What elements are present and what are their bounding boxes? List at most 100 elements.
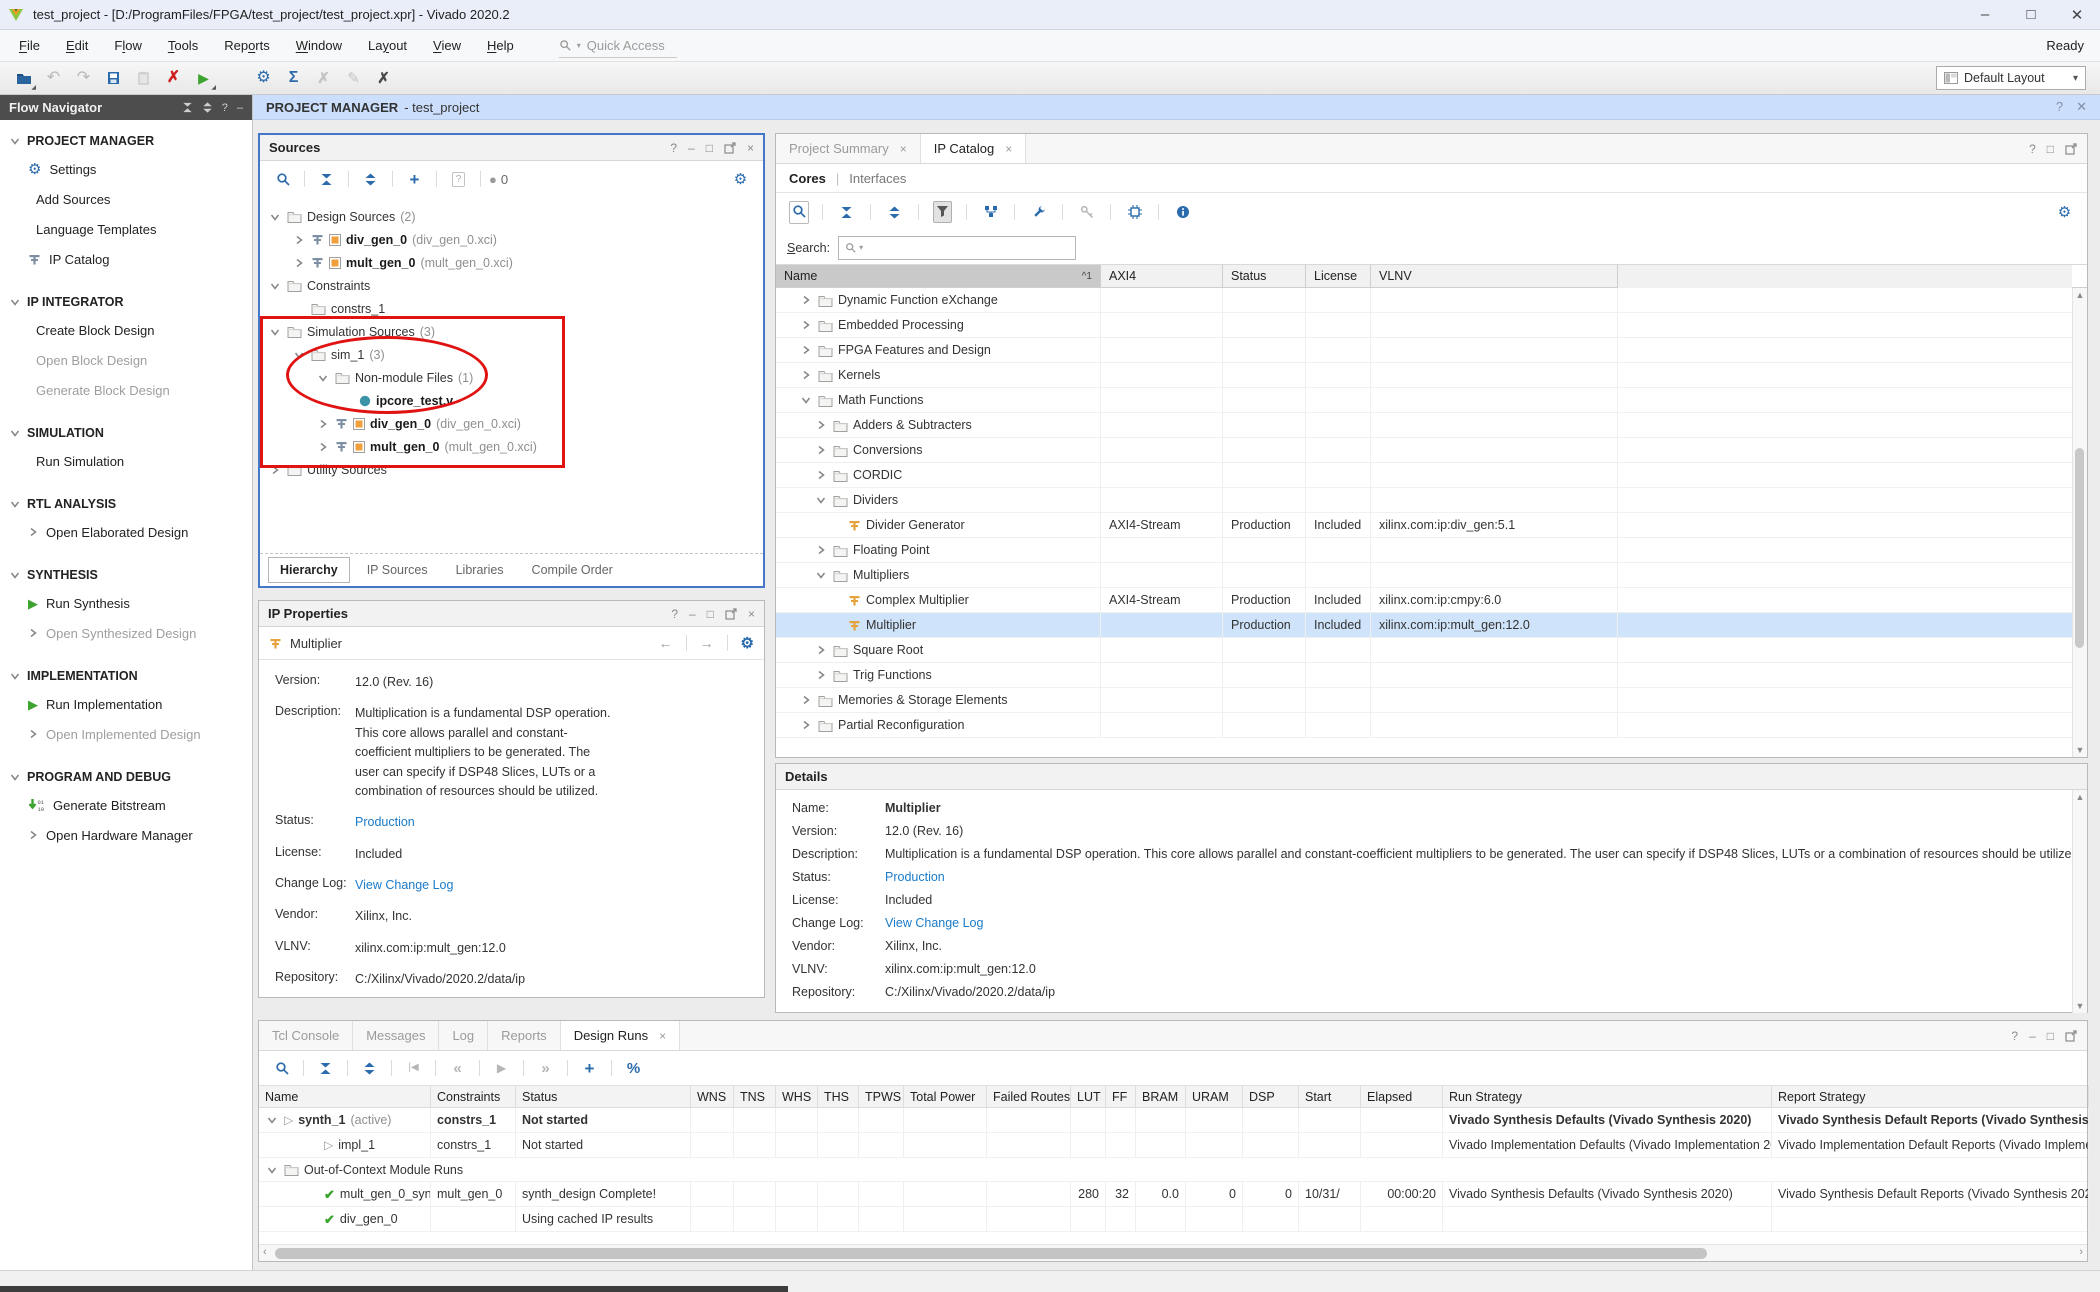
edit-pencil-button[interactable]: ✎ <box>340 65 367 91</box>
catalog-row-square-root[interactable]: Square Root <box>776 638 2087 663</box>
tree-chevron[interactable] <box>814 645 828 655</box>
tab-reports[interactable]: Reports <box>488 1021 561 1050</box>
runs-group-row[interactable]: Out-of-Context Module Runs <box>259 1158 2087 1182</box>
column-header-name[interactable]: Name <box>259 1086 431 1107</box>
debug-off-button[interactable]: ✗ <box>370 65 397 91</box>
menu-window[interactable]: Window <box>283 38 355 53</box>
column-header-ths[interactable]: THS <box>818 1086 859 1107</box>
tree-item-constrs-1[interactable]: constrs_1 <box>260 297 763 320</box>
filter-button[interactable] <box>929 199 956 225</box>
field-value[interactable]: Production <box>355 813 617 832</box>
tree-chevron[interactable] <box>268 465 282 475</box>
flow-section-header[interactable]: PROGRAM AND DEBUG <box>0 764 252 790</box>
close-icon[interactable]: × <box>748 607 755 621</box>
taxonomy-button[interactable] <box>977 199 1004 225</box>
settings-gear-button[interactable]: ⚙ <box>727 166 754 192</box>
catalog-row-kernels[interactable]: Kernels <box>776 363 2087 388</box>
help-icon[interactable]: ? <box>670 141 677 155</box>
scroll-right-arrow-icon[interactable]: › <box>2079 1246 2083 1258</box>
tab-compile-order[interactable]: Compile Order <box>521 558 624 582</box>
column-header-wns[interactable]: WNS <box>691 1086 734 1107</box>
step-first-button[interactable]: |◀ <box>400 1055 427 1081</box>
column-header-uram[interactable]: URAM <box>1186 1086 1243 1107</box>
flow-item-run-synthesis[interactable]: ▶Run Synthesis <box>0 588 252 618</box>
tree-chevron[interactable] <box>268 212 282 222</box>
flow-section-header[interactable]: IP INTEGRATOR <box>0 289 252 315</box>
float-icon[interactable] <box>2065 143 2077 155</box>
catalog-row-multiplier[interactable]: MultiplierProductionIncludedxilinx.com:i… <box>776 613 2087 638</box>
tree-item-div-gen-0[interactable]: div_gen_0 (div_gen_0.xci) <box>260 412 763 435</box>
settings-gear-button[interactable]: ⚙ <box>250 65 277 91</box>
catalog-search-input[interactable]: ▾ <box>838 236 1076 260</box>
flow-item-generate-bitstream[interactable]: 0110Generate Bitstream <box>0 790 252 820</box>
tab-design-runs[interactable]: Design Runs× <box>561 1021 680 1050</box>
column-header-start[interactable]: Start <box>1299 1086 1361 1107</box>
column-header-status[interactable]: Status <box>516 1086 691 1107</box>
key-button[interactable] <box>1073 199 1100 225</box>
expand-all-button[interactable] <box>357 166 384 192</box>
tree-item-div-gen-0[interactable]: div_gen_0 (div_gen_0.xci) <box>260 228 763 251</box>
flow-section-header[interactable]: IMPLEMENTATION <box>0 663 252 689</box>
minimize-panel-icon[interactable]: – <box>237 102 243 114</box>
close-tab-icon[interactable]: × <box>1005 142 1012 156</box>
column-header-constraints[interactable]: Constraints <box>431 1086 516 1107</box>
flow-item-open-hardware-manager[interactable]: Open Hardware Manager <box>0 820 252 850</box>
tree-chevron[interactable] <box>292 258 306 268</box>
flow-section-header[interactable]: SIMULATION <box>0 420 252 446</box>
paste-button[interactable] <box>130 65 157 91</box>
tree-chevron[interactable] <box>268 281 282 291</box>
gear-icon[interactable]: ⚙ <box>741 636 754 651</box>
scroll-down-arrow-icon[interactable]: ▼ <box>2076 1001 2085 1011</box>
tab-project-summary[interactable]: Project Summary× <box>776 134 921 163</box>
close-tab-icon[interactable]: × <box>659 1029 666 1043</box>
percent-button[interactable]: % <box>620 1055 647 1081</box>
max-icon[interactable]: □ <box>706 141 713 155</box>
scroll-up-arrow-icon[interactable]: ▲ <box>2076 792 2085 802</box>
column-header-run-strategy[interactable]: Run Strategy <box>1443 1086 1772 1107</box>
close-tab-icon[interactable]: × <box>900 142 907 156</box>
catalog-row-cordic[interactable]: CORDIC <box>776 463 2087 488</box>
quick-access-search[interactable]: ▾ Quick Access <box>559 34 677 58</box>
tab-ip-sources[interactable]: IP Sources <box>356 558 439 582</box>
save-button[interactable] <box>100 65 127 91</box>
field-value[interactable]: View Change Log <box>885 916 983 930</box>
column-header-vlnv[interactable]: VLNV <box>1371 265 1618 287</box>
catalog-row-divider-generator[interactable]: Divider GeneratorAXI4-StreamProductionIn… <box>776 513 2087 538</box>
column-header-total-power[interactable]: Total Power <box>904 1086 987 1107</box>
tree-chevron[interactable] <box>316 442 330 452</box>
runs-row-mult_gen_0_synth_1[interactable]: ✔mult_gen_0_synth_1mult_gen_0synth_desig… <box>259 1182 2087 1207</box>
close-icon[interactable]: × <box>747 141 754 155</box>
tree-chevron[interactable] <box>799 320 813 330</box>
tree-chevron[interactable] <box>799 370 813 380</box>
tree-chevron[interactable] <box>292 235 306 245</box>
catalog-row-dynamic-function-exchange[interactable]: Dynamic Function eXchange <box>776 288 2087 313</box>
max-icon[interactable]: □ <box>2047 1029 2054 1043</box>
column-header-whs[interactable]: WHS <box>776 1086 818 1107</box>
menu-layout[interactable]: Layout <box>355 38 420 53</box>
report-sigma-button[interactable]: Σ <box>280 65 307 91</box>
min-icon[interactable]: – <box>689 607 696 621</box>
close-button[interactable]: ✕ <box>2054 0 2100 29</box>
tree-chevron[interactable] <box>814 545 828 555</box>
flow-section-header[interactable]: PROJECT MANAGER <box>0 128 252 154</box>
column-header-ff[interactable]: FF <box>1106 1086 1136 1107</box>
tree-chevron[interactable] <box>316 373 330 383</box>
catalog-row-math-functions[interactable]: Math Functions <box>776 388 2087 413</box>
tree-chevron[interactable] <box>814 495 828 505</box>
tree-item-simulation-sources[interactable]: Simulation Sources (3) <box>260 320 763 343</box>
tree-item-ipcore-test-v[interactable]: ipcore_test.v <box>260 389 763 412</box>
tree-chevron[interactable] <box>268 327 282 337</box>
flow-item-run-simulation[interactable]: Run Simulation <box>0 446 252 476</box>
flow-item-open-synthesized-design[interactable]: Open Synthesized Design <box>0 618 252 648</box>
menu-flow[interactable]: Flow <box>101 38 154 53</box>
tree-chevron[interactable] <box>799 720 813 730</box>
column-header-lut[interactable]: LUT <box>1071 1086 1106 1107</box>
flow-item-generate-block-design[interactable]: Generate Block Design <box>0 375 252 405</box>
tree-item-sim-1[interactable]: sim_1 (3) <box>260 343 763 366</box>
flow-item-open-implemented-design[interactable]: Open Implemented Design <box>0 719 252 749</box>
generate-bitstream-button[interactable] <box>220 65 247 91</box>
details-vertical-scrollbar[interactable]: ▲ ▼ <box>2072 790 2087 1013</box>
plus-button[interactable]: + <box>576 1055 603 1081</box>
menu-view[interactable]: View <box>420 38 474 53</box>
tree-chevron[interactable] <box>265 1115 279 1125</box>
